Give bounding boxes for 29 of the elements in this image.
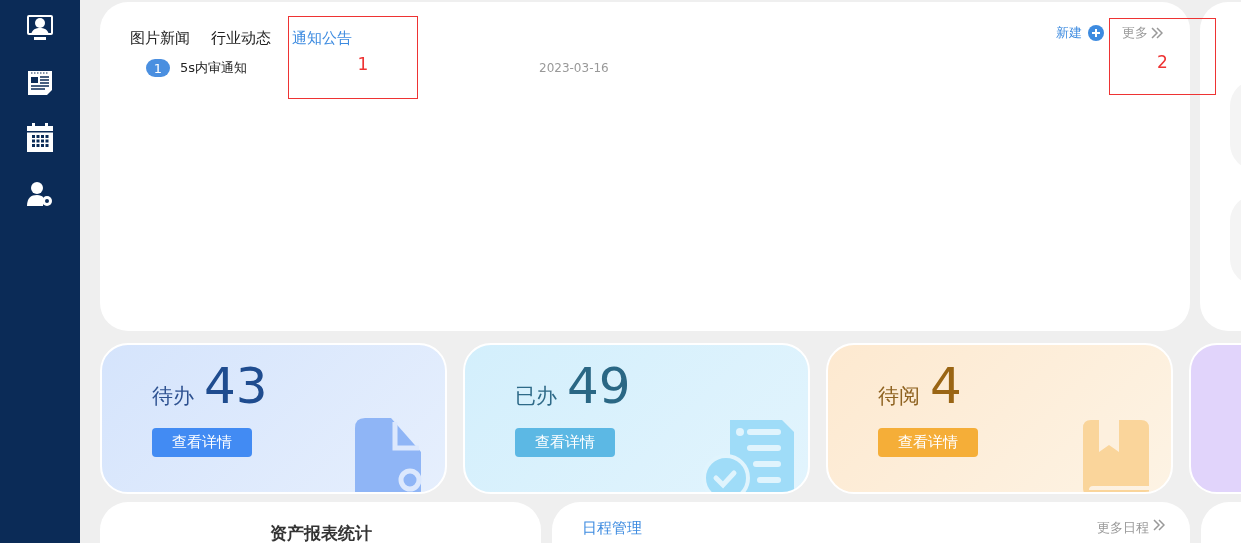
document-icon <box>355 418 423 492</box>
view-details-button[interactable]: 查看详情 <box>515 428 615 457</box>
new-button[interactable]: 新建 <box>1056 23 1104 42</box>
more-link[interactable]: 更多 <box>1122 23 1163 42</box>
user-monitor-icon[interactable] <box>26 13 54 41</box>
stat-label: 已办 <box>515 383 557 410</box>
report-title: 资产报表统计 <box>269 522 372 543</box>
notice-date: 2023-03-16 <box>539 61 609 75</box>
calendar-icon[interactable] <box>26 123 54 153</box>
notice-title[interactable]: 5s内审通知 <box>180 59 248 77</box>
view-details-button[interactable]: 查看详情 <box>878 428 978 457</box>
stat-label: 待阅 <box>878 383 920 410</box>
newspaper-icon[interactable] <box>27 68 53 96</box>
stat-count: 43 <box>204 357 268 415</box>
news-tab[interactable]: 行业动态 <box>211 29 271 48</box>
stat-label: 待办 <box>152 383 194 410</box>
view-details-button[interactable]: 查看详情 <box>152 428 252 457</box>
user-settings-icon[interactable] <box>26 180 54 208</box>
double-chevron-icon <box>1153 519 1165 531</box>
plus-icon <box>1088 24 1104 41</box>
index-badge: 1 <box>146 59 170 77</box>
double-chevron-icon <box>1151 26 1163 39</box>
news-tab[interactable]: 通知公告 <box>292 29 352 48</box>
schedule-title: 日程管理 <box>582 519 642 539</box>
stat-count: 49 <box>567 357 631 415</box>
book-icon <box>1083 420 1149 492</box>
news-tab[interactable]: 图片新闻 <box>130 29 190 48</box>
more-schedule-link[interactable]: 更多日程 <box>1097 519 1165 537</box>
stat-count: 4 <box>930 357 962 415</box>
